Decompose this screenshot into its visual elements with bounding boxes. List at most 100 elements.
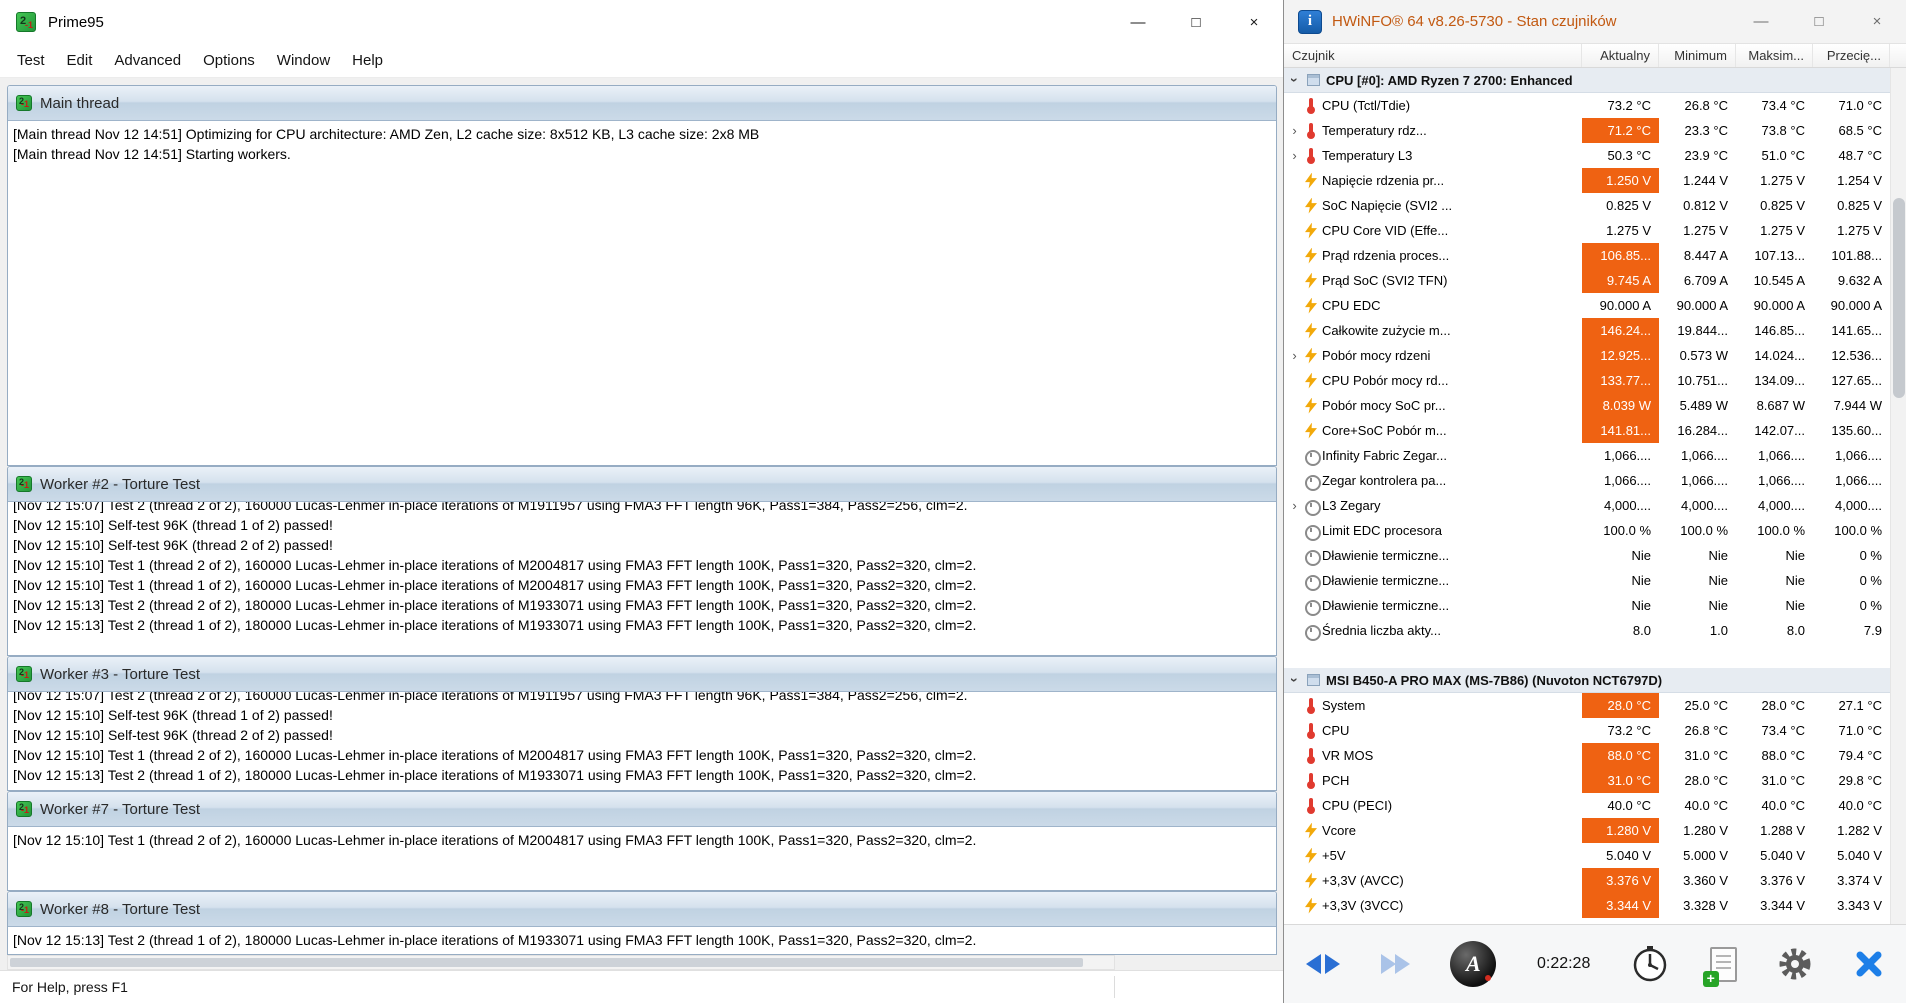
chevron-right-icon[interactable]: [1289, 498, 1300, 513]
value-average: 7.944 W: [1813, 393, 1890, 418]
menu-item[interactable]: Window: [266, 47, 341, 74]
chevron-right-icon[interactable]: [1289, 348, 1300, 363]
sensor-row[interactable]: CPU 73.2 °C 26.8 °C 73.4 °C 71.0 °C: [1284, 718, 1890, 743]
sensor-name-cell: Core+SoC Pobór m...: [1284, 418, 1582, 443]
prime95-titlebar[interactable]: Prime95 — □ ×: [0, 0, 1283, 44]
scrollbar-thumb[interactable]: [10, 958, 1083, 967]
sensor-row[interactable]: CPU EDC 90.000 A 90.000 A 90.000 A 90.00…: [1284, 293, 1890, 318]
sensor-row[interactable]: Dławienie termiczne... Nie Nie Nie 0 %: [1284, 568, 1890, 593]
sensor-row[interactable]: Zegar kontrolera pa... 1,066.... 1,066..…: [1284, 468, 1890, 493]
reset-clock-button[interactable]: [1631, 945, 1669, 983]
chevron-down-icon: [1287, 74, 1303, 86]
scrollbar-thumb[interactable]: [1893, 198, 1905, 398]
child-window-titlebar[interactable]: Worker #2 - Torture Test: [8, 467, 1276, 502]
child-window-titlebar[interactable]: Worker #8 - Torture Test: [8, 892, 1276, 927]
sensor-row[interactable]: CPU (Tctl/Tdie) 73.2 °C 26.8 °C 73.4 °C …: [1284, 93, 1890, 118]
sensor-row[interactable]: CPU (PECI) 40.0 °C 40.0 °C 40.0 °C 40.0 …: [1284, 793, 1890, 818]
sensor-row[interactable]: L3 Zegary 4,000.... 4,000.... 4,000.... …: [1284, 493, 1890, 518]
sensor-row[interactable]: Średnia liczba akty... 8.0 1.0 8.0 7.9: [1284, 618, 1890, 643]
sensor-row[interactable]: Dławienie termiczne... Nie Nie Nie 0 %: [1284, 593, 1890, 618]
value-average: 1.282 V: [1813, 818, 1890, 843]
sensor-row[interactable]: Pobór mocy rdzeni 12.925... 0.573 W 14.0…: [1284, 343, 1890, 368]
skip-sensors-button[interactable]: [1381, 954, 1410, 974]
sensor-row[interactable]: Napięcie rdzenia pr... 1.250 V 1.244 V 1…: [1284, 168, 1890, 193]
sensor-table-body: CPU [#0]: AMD Ryzen 7 2700: Enhanced CPU…: [1284, 68, 1906, 924]
sensor-row[interactable]: Core+SoC Pobór m... 141.81... 16.284... …: [1284, 418, 1890, 443]
sensor-name-cell: Temperatury rdz...: [1284, 118, 1582, 143]
sensor-label: Dławienie termiczne...: [1322, 548, 1449, 563]
log-line: [Nov 12 15:07] Test 2 (thread 2 of 2), 1…: [13, 502, 1271, 515]
horizontal-scrollbar[interactable]: [7, 955, 1115, 970]
value-maximum: 1.275 V: [1736, 168, 1813, 193]
lightning-icon: [1304, 173, 1318, 189]
sensor-row[interactable]: +3,3V (AVCC) 3.376 V 3.360 V 3.376 V 3.3…: [1284, 868, 1890, 893]
chevron-right-icon[interactable]: [1289, 123, 1300, 138]
minimize-button[interactable]: —: [1732, 0, 1790, 43]
close-button[interactable]: ×: [1848, 0, 1906, 43]
sensor-row[interactable]: Temperatury rdz... 71.2 °C 23.3 °C 73.8 …: [1284, 118, 1890, 143]
child-window-titlebar[interactable]: Worker #3 - Torture Test: [8, 657, 1276, 692]
prev-next-sensor-button[interactable]: [1306, 954, 1340, 974]
child-window-titlebar[interactable]: Main thread: [8, 86, 1276, 121]
sensor-row[interactable]: VR MOS 88.0 °C 31.0 °C 88.0 °C 79.4 °C: [1284, 743, 1890, 768]
sensor-row[interactable]: Dławienie termiczne... Nie Nie Nie 0 %: [1284, 543, 1890, 568]
sensor-row[interactable]: Infinity Fabric Zegar... 1,066.... 1,066…: [1284, 443, 1890, 468]
sensor-row[interactable]: System 28.0 °C 25.0 °C 28.0 °C 27.1 °C: [1284, 693, 1890, 718]
sensor-row[interactable]: Prąd rdzenia proces... 106.85... 8.447 A…: [1284, 243, 1890, 268]
sensor-label: System: [1322, 698, 1365, 713]
sensor-row[interactable]: Temperatury L3 50.3 °C 23.9 °C 51.0 °C 4…: [1284, 143, 1890, 168]
column-header[interactable]: Minimum: [1659, 44, 1736, 67]
sensor-label: SoC Napięcie (SVI2 ...: [1322, 198, 1452, 213]
sensor-row[interactable]: CPU Pobór mocy rd... 133.77... 10.751...…: [1284, 368, 1890, 393]
sensor-row[interactable]: PCH 31.0 °C 28.0 °C 31.0 °C 29.8 °C: [1284, 768, 1890, 793]
value-minimum: 0.812 V: [1659, 193, 1736, 218]
sensor-row[interactable]: Całkowite zużycie m... 146.24... 19.844.…: [1284, 318, 1890, 343]
value-minimum: 1,066....: [1659, 443, 1736, 468]
lightning-icon: [1304, 823, 1318, 839]
chevron-right-icon[interactable]: [1289, 148, 1300, 163]
sensor-row[interactable]: +3,3V (3VCC) 3.344 V 3.328 V 3.344 V 3.3…: [1284, 893, 1890, 918]
sensor-label: Średnia liczba akty...: [1322, 623, 1441, 638]
child-window-title: Worker #8 - Torture Test: [40, 901, 200, 918]
sensor-group-header[interactable]: CPU [#0]: AMD Ryzen 7 2700: Enhanced: [1284, 68, 1890, 93]
sensor-name-cell: Zegar kontrolera pa...: [1284, 468, 1582, 493]
close-sensors-button[interactable]: [1854, 949, 1884, 979]
clock-icon: [1304, 498, 1318, 514]
sensor-label: CPU Core VID (Effe...: [1322, 223, 1448, 238]
menu-item[interactable]: Advanced: [103, 47, 192, 74]
log-line: [Nov 12 15:10] Self-test 96K (thread 2 o…: [13, 535, 1271, 555]
column-header[interactable]: Maksim...: [1736, 44, 1813, 67]
value-current: 133.77...: [1582, 368, 1659, 393]
report-button[interactable]: +: [1710, 947, 1737, 982]
value-average: 9.632 A: [1813, 268, 1890, 293]
sensor-group-header[interactable]: MSI B450-A PRO MAX (MS-7B86) (Nuvoton NC…: [1284, 668, 1890, 693]
menu-item[interactable]: Test: [6, 47, 56, 74]
menu-item[interactable]: Edit: [56, 47, 104, 74]
sensor-row[interactable]: +5V 5.040 V 5.000 V 5.040 V 5.040 V: [1284, 843, 1890, 868]
sensor-row[interactable]: Prąd SoC (SVI2 TFN) 9.745 A 6.709 A 10.5…: [1284, 268, 1890, 293]
sensor-row[interactable]: Pobór mocy SoC pr... 8.039 W 5.489 W 8.6…: [1284, 393, 1890, 418]
sensor-row[interactable]: Limit EDC procesora 100.0 % 100.0 % 100.…: [1284, 518, 1890, 543]
child-window-titlebar[interactable]: Worker #7 - Torture Test: [8, 792, 1276, 827]
vertical-scrollbar[interactable]: [1890, 68, 1906, 924]
menu-item[interactable]: Help: [341, 47, 394, 74]
clock-icon: [1304, 473, 1318, 489]
settings-button[interactable]: [1777, 946, 1813, 982]
column-header[interactable]: Czujnik: [1284, 44, 1582, 67]
close-button[interactable]: ×: [1225, 0, 1283, 44]
maximize-button[interactable]: □: [1167, 0, 1225, 44]
brand-logo[interactable]: [1450, 941, 1496, 987]
sensor-row[interactable]: SoC Napięcie (SVI2 ... 0.825 V 0.812 V 0…: [1284, 193, 1890, 218]
column-header[interactable]: Przecię...: [1813, 44, 1890, 67]
maximize-button[interactable]: □: [1790, 0, 1848, 43]
settings-gear-icon: [1777, 946, 1813, 982]
value-minimum: 5.000 V: [1659, 843, 1736, 868]
sensor-label: Napięcie rdzenia pr...: [1322, 173, 1444, 188]
minimize-button[interactable]: —: [1109, 0, 1167, 44]
sensor-row[interactable]: CPU Core VID (Effe... 1.275 V 1.275 V 1.…: [1284, 218, 1890, 243]
column-header[interactable]: Aktualny: [1582, 44, 1659, 67]
value-average: 90.000 A: [1813, 293, 1890, 318]
hwinfo-titlebar[interactable]: HWiNFO® 64 v8.26-5730 - Stan czujników —…: [1284, 0, 1906, 44]
menu-item[interactable]: Options: [192, 47, 266, 74]
sensor-row[interactable]: Vcore 1.280 V 1.280 V 1.288 V 1.282 V: [1284, 818, 1890, 843]
